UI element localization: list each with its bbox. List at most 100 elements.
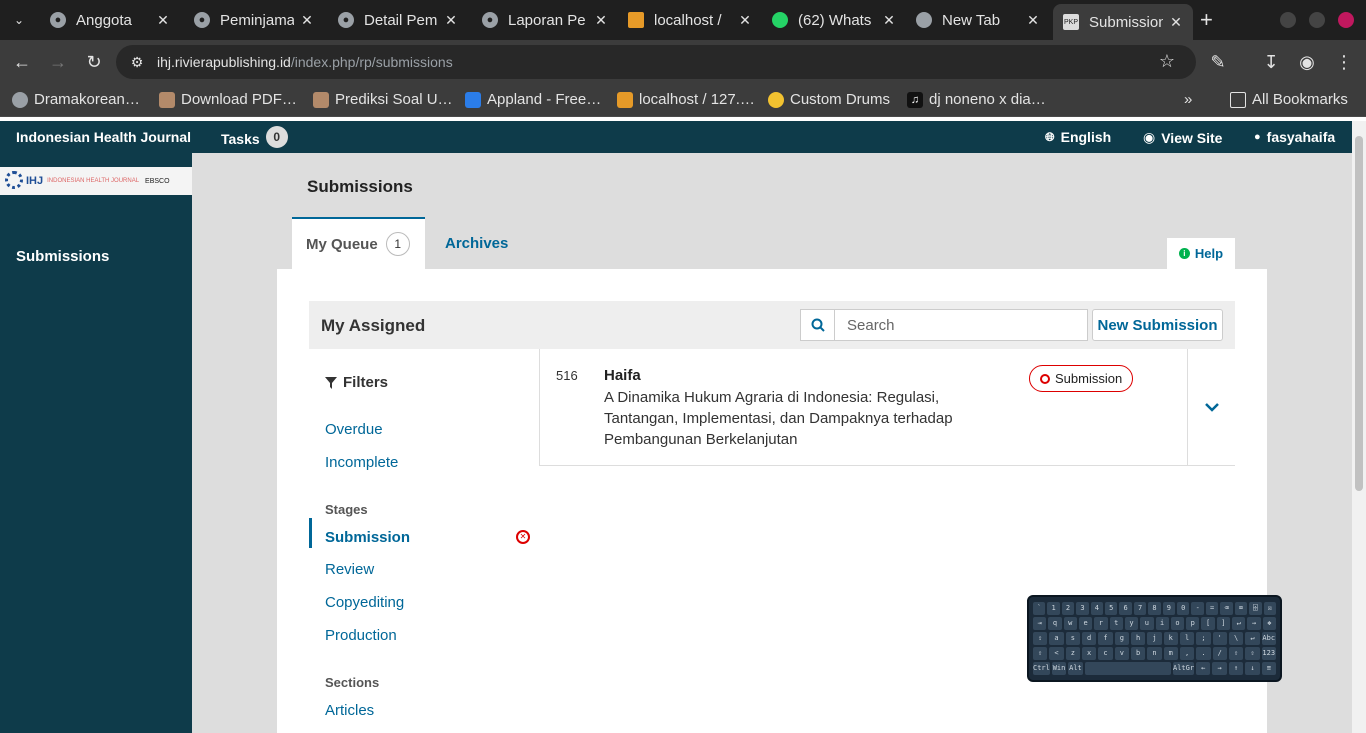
filter-incomplete[interactable]: Incomplete <box>325 454 398 471</box>
keyboard-key[interactable]: 8 <box>1148 602 1161 615</box>
keyboard-key[interactable]: ⇪ <box>1033 632 1048 645</box>
bookmark-item[interactable]: localhost / 127.… <box>617 91 755 108</box>
journal-name-link[interactable]: Indonesian Health Journal <box>16 129 191 145</box>
close-tab-icon[interactable]: ✕ <box>738 12 752 29</box>
browser-tab-localhost[interactable]: localhost / ✕ <box>618 4 762 36</box>
keyboard-key[interactable]: \ <box>1228 632 1244 645</box>
minimize-window-icon[interactable] <box>1280 12 1296 28</box>
browser-tab-anggota[interactable]: ● Anggota ✕ <box>40 4 180 36</box>
search-input[interactable] <box>835 309 1088 341</box>
close-tab-icon[interactable]: ✕ <box>882 12 896 29</box>
address-bar[interactable]: ⚙ ihj.rivierapublishing.id/index.php/rp/… <box>116 45 1196 79</box>
keyboard-key[interactable]: ❖ <box>1262 617 1276 630</box>
tab-search-chevron-icon[interactable]: ⌄ <box>8 10 30 30</box>
keyboard-key[interactable]: ↵ <box>1245 632 1260 645</box>
keyboard-key[interactable]: g <box>1114 632 1129 645</box>
keyboard-key[interactable]: e <box>1078 617 1093 630</box>
keyboard-key[interactable]: Ctrl <box>1033 662 1050 675</box>
keyboard-key[interactable]: ↑ <box>1228 662 1244 675</box>
keyboard-key[interactable]: 9 <box>1162 602 1176 615</box>
keyboard-key[interactable]: m <box>1163 647 1178 660</box>
keyboard-key[interactable]: w <box>1063 617 1077 630</box>
tab-archives[interactable]: Archives <box>445 217 508 269</box>
keyboard-key[interactable]: 2 <box>1061 602 1075 615</box>
bookmark-item[interactable]: Prediksi Soal U… <box>313 91 453 108</box>
tasks-link[interactable]: Tasks 0 <box>221 126 288 148</box>
keyboard-key[interactable]: ↵ <box>1232 617 1246 630</box>
bookmark-item[interactable]: Appland - Free… <box>465 91 601 108</box>
keyboard-key[interactable]: l <box>1179 632 1195 645</box>
keyboard-key[interactable]: AltGr <box>1172 662 1195 675</box>
keyboard-key[interactable]: ☒ <box>1263 602 1276 615</box>
filter-stage-copyediting[interactable]: Copyediting <box>325 594 404 611</box>
keyboard-key[interactable]: ⇧ <box>1245 647 1260 660</box>
keyboard-key[interactable]: p <box>1186 617 1200 630</box>
keyboard-key[interactable]: ` <box>1033 602 1046 615</box>
close-tab-icon[interactable]: ✕ <box>300 12 314 29</box>
keyboard-key[interactable]: → <box>1212 662 1227 675</box>
new-tab-plus-icon[interactable]: + <box>1200 8 1213 32</box>
keyboard-key[interactable]: ⌫ <box>1220 602 1233 615</box>
keyboard-key[interactable]: n <box>1147 647 1162 660</box>
browser-tab-whatsapp[interactable]: (62) Whats ✕ <box>762 4 906 36</box>
filter-overdue[interactable]: Overdue <box>325 421 383 438</box>
close-tab-icon[interactable]: ✕ <box>594 12 608 29</box>
keyboard-key[interactable]: ⇥ <box>1033 617 1047 630</box>
sidebar-item-submissions[interactable]: Submissions <box>16 248 109 265</box>
keyboard-key[interactable]: 7 <box>1133 602 1147 615</box>
keyboard-key[interactable]: i <box>1155 617 1169 630</box>
keyboard-key[interactable]: , <box>1179 647 1195 660</box>
keyboard-key[interactable]: Abc <box>1261 632 1276 645</box>
keyboard-key[interactable]: ← <box>1196 662 1211 675</box>
keyboard-key[interactable]: u <box>1140 617 1154 630</box>
user-menu[interactable]: ● fasyahaifa <box>1254 129 1335 145</box>
browser-tab-laporan[interactable]: ● Laporan Pe ✕ <box>472 4 618 36</box>
bookmark-item[interactable]: Custom Drums <box>768 91 890 108</box>
keyboard-key[interactable]: t <box>1109 617 1123 630</box>
keyboard-key[interactable]: 0 <box>1177 602 1190 615</box>
bookmark-item[interactable]: Dramakorean… <box>12 91 140 108</box>
keyboard-key[interactable]: v <box>1114 647 1129 660</box>
scrollbar-thumb[interactable] <box>1355 136 1363 491</box>
keyboard-key[interactable]: 5 <box>1105 602 1118 615</box>
on-screen-keyboard[interactable]: ` 1 2 3 4 5 6 7 8 9 0- = ⌫ ⌧ ⌹ ☒ ⇥ q w e r t y u i o p[] ↵ → ❖ ⇪ a s d f g h… <box>1027 595 1282 682</box>
bookmarks-overflow-icon[interactable]: » <box>1184 91 1192 108</box>
filter-stage-submission[interactable]: Submission <box>325 529 410 546</box>
reload-icon[interactable]: ↻ <box>83 52 105 72</box>
site-info-tune-icon[interactable]: ⚙ <box>126 52 148 72</box>
keyboard-key[interactable]: Win <box>1051 662 1067 675</box>
profile-avatar-icon[interactable]: ◉ <box>1296 52 1318 72</box>
close-tab-icon[interactable]: ✕ <box>444 12 458 29</box>
bookmark-item[interactable]: Download PDF… <box>159 91 297 108</box>
keyboard-key[interactable]: 3 <box>1076 602 1089 615</box>
browser-menu-kebab-icon[interactable]: ⋮ <box>1333 52 1355 72</box>
keyboard-key[interactable]: x <box>1081 647 1097 660</box>
extensions-puzzle-icon[interactable]: ✎ <box>1207 52 1229 72</box>
maximize-window-icon[interactable] <box>1309 12 1325 28</box>
close-tab-icon[interactable]: ✕ <box>1169 14 1183 31</box>
keyboard-key[interactable]: ' <box>1212 632 1227 645</box>
bookmark-star-icon[interactable]: ☆ <box>1156 51 1178 71</box>
download-icon[interactable]: ↧ <box>1260 52 1282 72</box>
forward-arrow-icon[interactable]: → <box>47 52 69 72</box>
filter-stage-production[interactable]: Production <box>325 627 397 644</box>
bookmark-item[interactable]: ♫ dj noneno x dia… <box>907 91 1046 108</box>
keyboard-key[interactable]: / <box>1212 647 1227 660</box>
help-button[interactable]: i Help <box>1167 237 1235 269</box>
close-tab-icon[interactable]: ✕ <box>156 12 170 29</box>
close-tab-icon[interactable]: ✕ <box>1026 12 1040 29</box>
tab-my-queue[interactable]: My Queue 1 <box>292 217 425 269</box>
keyboard-key[interactable]: f <box>1098 632 1113 645</box>
keyboard-key[interactable]: k <box>1163 632 1178 645</box>
journal-logo[interactable]: IHJ INDONESIAN HEALTH JOURNAL EBSCO <box>0 167 192 195</box>
keyboard-key[interactable]: c <box>1098 647 1113 660</box>
all-bookmarks-folder[interactable]: All Bookmarks <box>1230 91 1348 108</box>
clear-filter-icon[interactable]: ✕ <box>516 530 530 544</box>
keyboard-key[interactable]: o <box>1170 617 1185 630</box>
browser-tab-submissions[interactable]: PKP Submission ✕ <box>1053 4 1193 40</box>
expand-row-button[interactable] <box>1187 349 1235 466</box>
browser-tab-detail[interactable]: ● Detail Pem ✕ <box>328 4 468 36</box>
language-menu[interactable]: 🌐︎ English <box>1045 129 1111 145</box>
keyboard-key[interactable]: . <box>1196 647 1211 660</box>
view-site-link[interactable]: ◉ View Site <box>1143 129 1222 146</box>
